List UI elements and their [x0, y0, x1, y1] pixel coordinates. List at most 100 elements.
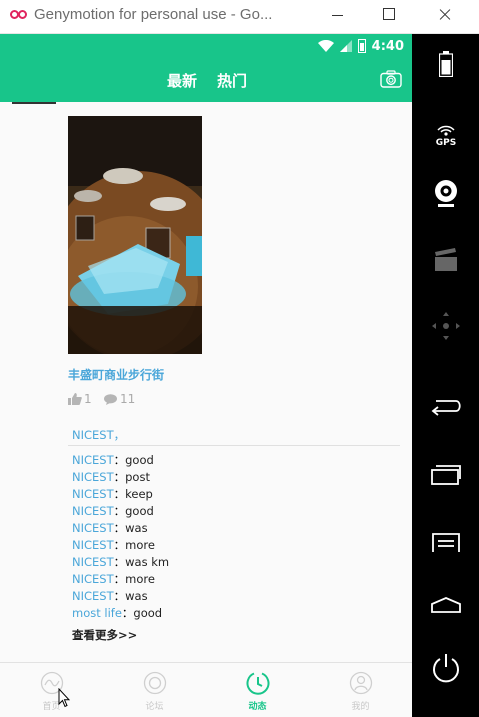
comment-text: was	[125, 589, 148, 603]
comment-author[interactable]: NICEST	[72, 470, 114, 484]
comment-separator: ：	[113, 521, 126, 535]
recent-apps-button[interactable]	[412, 455, 479, 495]
comment-author[interactable]: NICEST	[72, 555, 114, 569]
comment-separator: ：	[121, 606, 134, 620]
window-titlebar: Genymotion for personal use - Go...	[0, 0, 479, 34]
comment-list: NICEST：good NICEST：post NICEST：keep NICEST：…	[72, 452, 402, 622]
menu-button[interactable]	[412, 523, 479, 563]
comment-text: was	[125, 521, 148, 535]
nav-item-moments[interactable]: 动态	[206, 663, 309, 717]
comment-author[interactable]: NICEST	[72, 572, 114, 586]
comment-icon	[104, 393, 117, 405]
like-count: 1	[84, 392, 92, 406]
like-button[interactable]: 1	[68, 392, 92, 406]
comment-button[interactable]: 11	[104, 392, 135, 406]
comment-separator: ：	[113, 555, 126, 569]
status-bar: 4:40	[0, 34, 412, 58]
comment-text: keep	[125, 487, 153, 501]
thumbs-up-icon	[68, 393, 82, 405]
scroll-indicator	[12, 102, 56, 104]
close-button[interactable]	[428, 0, 462, 30]
comment-author[interactable]: NICEST	[72, 589, 114, 603]
nav-label-home: 首页	[42, 702, 61, 712]
comment-author[interactable]: NICEST	[72, 538, 114, 552]
comment-author[interactable]: NICEST	[72, 487, 114, 501]
media-button[interactable]	[412, 239, 479, 279]
comment-text: post	[125, 470, 150, 484]
comment-author[interactable]: NICEST	[72, 504, 114, 518]
comment-separator: ：	[113, 487, 126, 501]
comment-author[interactable]: most life	[72, 606, 122, 620]
post-photo[interactable]	[68, 116, 202, 354]
nav-item-home[interactable]: 首页	[0, 663, 103, 717]
menu-icon	[431, 533, 460, 552]
comment-item: NICEST：more	[72, 537, 402, 554]
recent-apps-icon	[430, 465, 461, 485]
signal-icon	[339, 40, 352, 52]
nav-label-profile: 我的	[351, 702, 370, 712]
comment-item: NICEST：keep	[72, 486, 402, 503]
comment-author[interactable]: NICEST	[72, 521, 114, 535]
nav-label-moments: 动态	[248, 702, 267, 712]
divider	[68, 445, 400, 446]
mouse-cursor-icon	[58, 688, 70, 708]
comment-separator: ：	[113, 504, 126, 518]
forum-icon	[143, 671, 166, 695]
app-header: 最新 热门	[0, 58, 412, 102]
comment-item: NICEST：post	[72, 469, 402, 486]
comment-text: was km	[125, 555, 170, 569]
comment-text: good	[125, 504, 154, 518]
comment-count: 11	[120, 392, 136, 406]
back-button[interactable]	[412, 387, 479, 427]
dpad-icon	[431, 312, 460, 340]
comment-text: good	[125, 453, 154, 467]
comment-author[interactable]: NICEST	[72, 453, 114, 467]
webcam-icon	[434, 180, 457, 207]
wifi-icon	[317, 40, 334, 52]
comment-item: NICEST：more	[72, 571, 402, 588]
status-time: 4:40	[371, 38, 404, 54]
tab-latest[interactable]: 最新	[167, 70, 197, 91]
comment-separator: ：	[113, 538, 126, 552]
nav-label-forum: 论坛	[145, 702, 164, 712]
phone-screen: 4:40 最新 热门 丰盛町商业步行街 1 11 NICEST， NICEST：…	[0, 34, 412, 717]
back-icon	[431, 400, 461, 416]
profile-icon	[349, 671, 372, 695]
window-title: Genymotion for personal use - Go...	[34, 6, 273, 23]
power-button[interactable]	[412, 649, 479, 689]
maximize-button[interactable]	[372, 0, 406, 30]
tab-hot[interactable]: 热门	[217, 70, 247, 91]
android-home-button[interactable]	[412, 585, 479, 625]
nav-item-forum[interactable]: 论坛	[103, 663, 206, 717]
gps-button[interactable]: GPS	[412, 114, 479, 154]
comment-text: more	[125, 572, 155, 586]
comment-text: good	[133, 606, 163, 620]
comment-separator: ：	[113, 470, 126, 484]
post-location[interactable]: 丰盛町商业步行街	[68, 366, 164, 383]
feed-content[interactable]: 丰盛町商业步行街 1 11 NICEST， NICEST：good NICEST：…	[0, 102, 412, 662]
minimize-button[interactable]	[320, 0, 354, 30]
comment-item: NICEST：was	[72, 588, 402, 605]
comment-text: more	[125, 538, 155, 552]
webcam-button[interactable]	[412, 174, 479, 214]
liker-list[interactable]: NICEST，	[72, 427, 125, 443]
battery-icon	[438, 51, 453, 77]
comment-separator: ：	[113, 589, 126, 603]
battery-button[interactable]	[412, 44, 479, 84]
comment-separator: ：	[113, 572, 126, 586]
battery-status-icon	[357, 39, 366, 53]
gps-label: GPS	[435, 138, 455, 146]
comment-separator: ：	[113, 453, 126, 467]
comment-item: most life：good	[72, 605, 402, 622]
comment-item: NICEST：good	[72, 452, 402, 469]
emulator-side-panel: GPS	[412, 34, 479, 717]
nav-item-profile[interactable]: 我的	[309, 663, 412, 717]
moments-icon	[246, 672, 269, 695]
see-more-link[interactable]: 查看更多>>	[72, 627, 137, 643]
clapperboard-icon	[434, 248, 457, 271]
power-icon	[432, 654, 459, 683]
home-icon	[430, 597, 461, 613]
dpad-button[interactable]	[412, 306, 479, 346]
camera-icon[interactable]	[380, 70, 402, 88]
genymotion-logo-icon	[10, 10, 28, 22]
